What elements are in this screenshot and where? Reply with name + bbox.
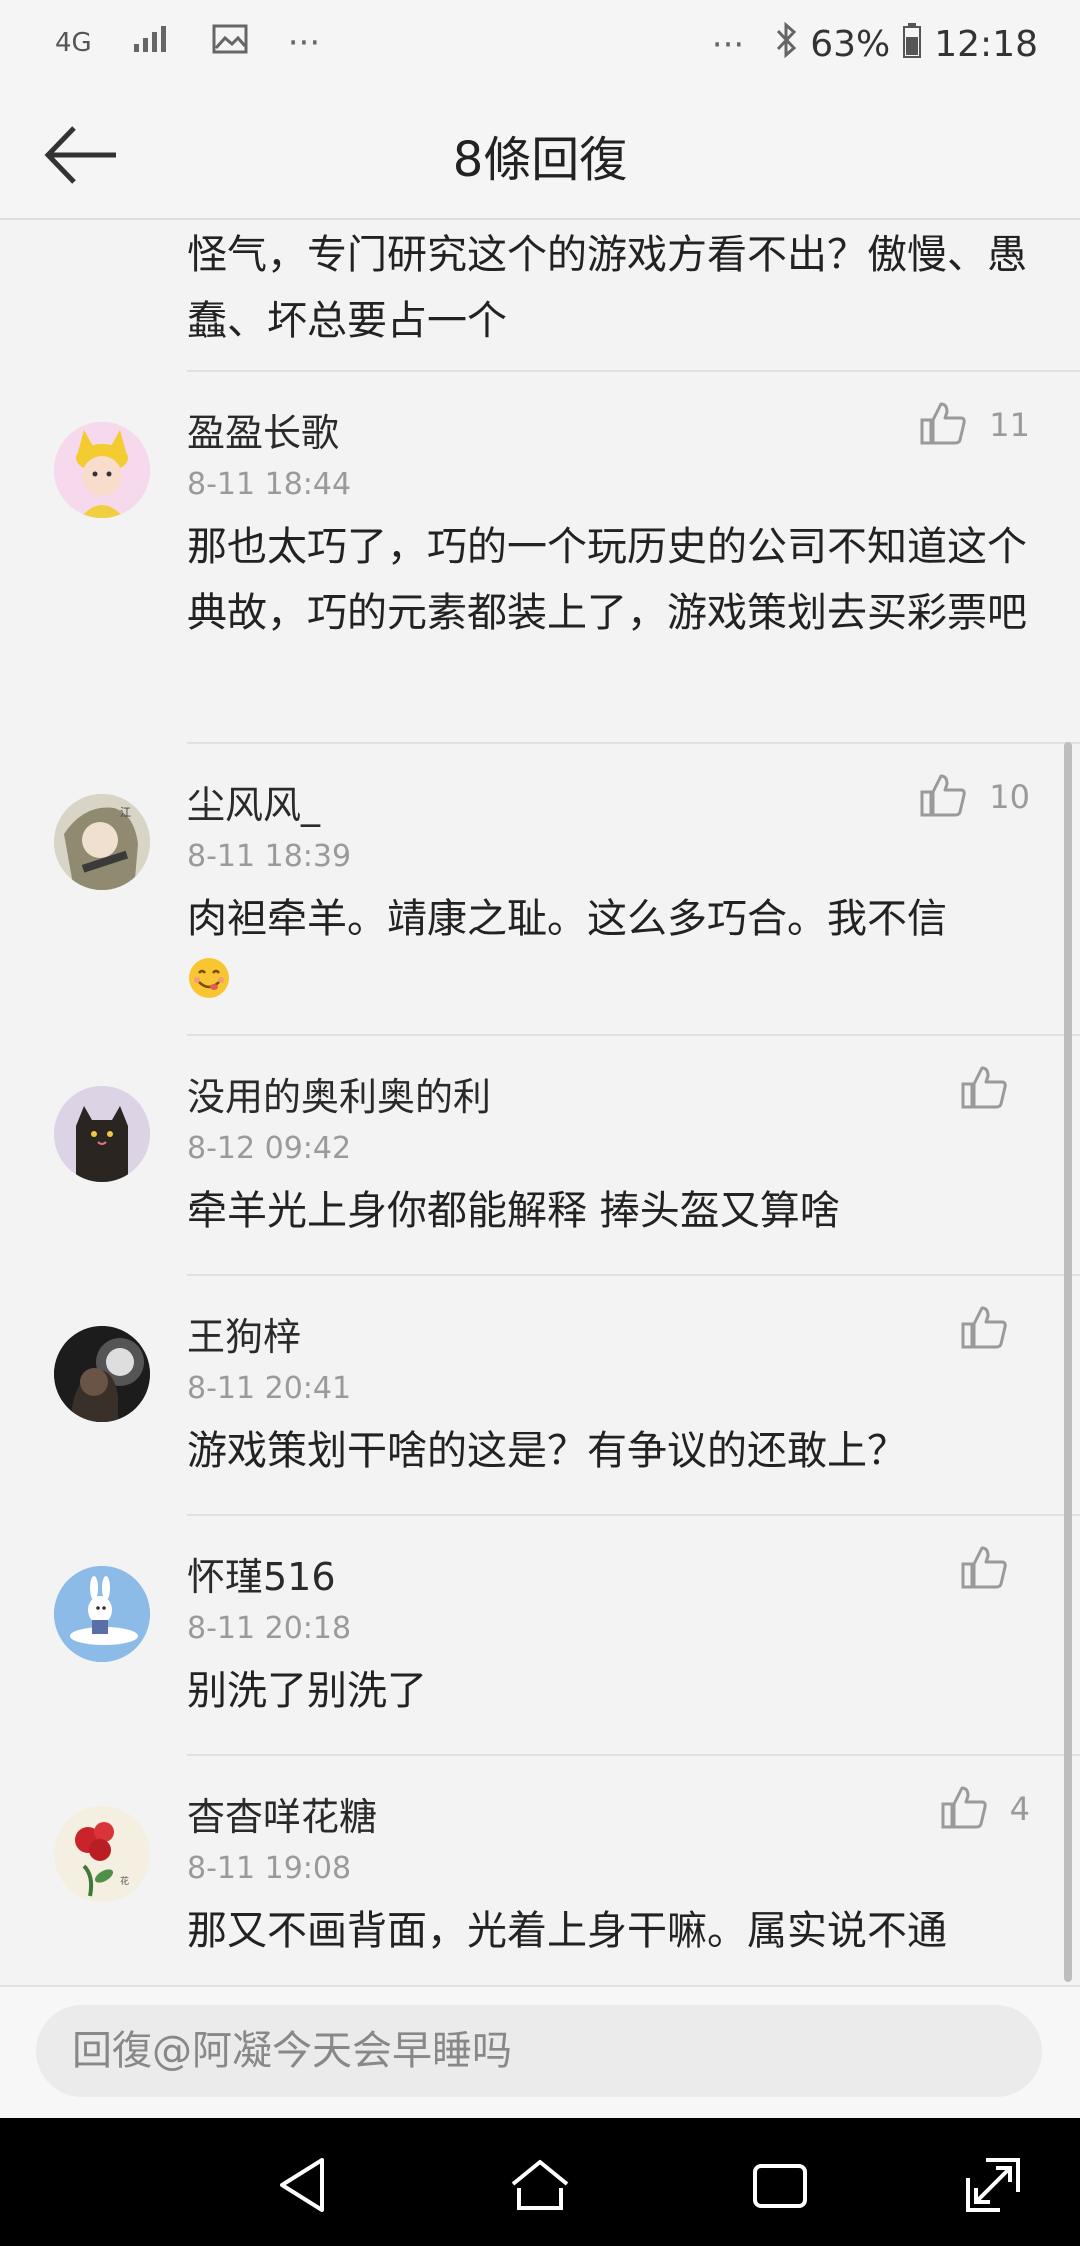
page-title: 8條回復: [452, 132, 628, 188]
thumbs-up-icon: [960, 1304, 1008, 1354]
comment-time: 8-11 20:41: [187, 1371, 352, 1406]
like-button[interactable]: [960, 1064, 1030, 1114]
thumbs-up-icon: [919, 400, 967, 450]
avatar[interactable]: 江: [54, 794, 150, 890]
scrollbar[interactable]: [1064, 742, 1072, 1982]
comment-list[interactable]: 怪气，专门研究这个的游戏方看不出？傲慢、愚蠢、坏总要占一个 盈盈长歌 8-11 …: [0, 220, 1080, 1985]
avatar[interactable]: [54, 1566, 150, 1662]
clock: 12:18: [934, 24, 1038, 65]
comment-username[interactable]: 杳杳咩花糖: [187, 1786, 377, 1841]
yum-face-emoji: [187, 954, 231, 1020]
nav-recents-button[interactable]: [745, 2150, 815, 2220]
comment-text: 肉袒牵羊。靖康之耻。这么多巧合。我不信: [187, 886, 1037, 1020]
reply-bar: [0, 1985, 1080, 2120]
comment-text: 游戏策划干啥的这是？有争议的还敢上？: [187, 1428, 907, 1474]
avatar[interactable]: [54, 1326, 150, 1422]
nav-expand-button[interactable]: [958, 2150, 1028, 2220]
status-right: ··· 63% 12:18: [711, 21, 1038, 67]
nav-back-button[interactable]: [270, 2150, 340, 2220]
comment-text: 牵羊光上身你都能解释 捧头盔又算啥: [187, 1188, 840, 1234]
thumbs-up-icon: [960, 1544, 1008, 1594]
comment-text-body: 肉袒牵羊。靖康之耻。这么多巧合。我不信: [187, 896, 947, 942]
comment-time: 8-11 18:44: [187, 467, 352, 502]
comment-item: 没用的奥利奥的利 8-12 09:42 牵羊光上身你都能解释 捧头盔又算啥: [0, 1036, 1080, 1274]
status-left: 4G ···: [55, 22, 320, 63]
comment-item: 江 尘风风_ 8-11 18:39 肉袒牵羊。靖康之耻。这么多巧合。我不信 10: [0, 744, 1080, 1034]
like-button[interactable]: 4: [940, 1784, 1030, 1834]
home-icon: [505, 2160, 575, 2224]
comment-text: 那也太巧了，巧的一个玩历史的公司不知道这个典故，巧的元素都装上了，游戏策划去买彩…: [187, 524, 1027, 636]
comment-item: 花 杳杳咩花糖 8-11 19:08 那又不画背面，光着上身干嘛。属实说不通 4: [0, 1756, 1080, 1985]
status-more: ···: [287, 22, 321, 63]
thumbs-up-icon: [960, 1064, 1008, 1114]
comment-username[interactable]: 没用的奥利奥的利: [187, 1066, 491, 1121]
status-bar: 4G ··· ··· 63% 12:18: [0, 0, 1080, 90]
comment-username[interactable]: 盈盈长歌: [187, 402, 339, 457]
comment-username[interactable]: 王狗梓: [187, 1306, 301, 1361]
comment-time: 8-11 19:08: [187, 1851, 352, 1886]
status-more-right: ···: [711, 24, 745, 65]
like-count: 4: [1009, 1790, 1030, 1828]
gallery-icon: [212, 23, 248, 63]
thumbs-up-icon: [940, 1784, 988, 1834]
nav-home-button[interactable]: [505, 2150, 575, 2220]
comment-item: 王狗梓 8-11 20:41 游戏策划干啥的这是？有争议的还敢上？: [0, 1276, 1080, 1514]
comment-time: 8-12 09:42: [187, 1131, 352, 1166]
comment-username[interactable]: 尘风风_: [187, 774, 320, 829]
system-nav-bar: [0, 2118, 1080, 2246]
comment-time: 8-11 18:39: [187, 839, 352, 874]
like-button[interactable]: [960, 1544, 1030, 1594]
like-button[interactable]: 11: [919, 400, 1030, 450]
avatar[interactable]: [54, 1086, 150, 1182]
thumbs-up-icon: [919, 772, 967, 822]
partial-comment-text: 怪气，专门研究这个的游戏方看不出？傲慢、愚蠢、坏总要占一个: [187, 232, 1027, 344]
battery-icon: [902, 22, 922, 67]
comment-item: 盈盈长歌 8-11 18:44 那也太巧了，巧的一个玩历史的公司不知道这个典故，…: [0, 372, 1080, 742]
signal-icon: [132, 22, 172, 63]
comment-text: 那又不画背面，光着上身干嘛。属实说不通: [187, 1908, 947, 1954]
network-indicator: 4G: [55, 27, 92, 58]
like-button[interactable]: 10: [919, 772, 1030, 822]
triangle-back-icon: [270, 2158, 340, 2224]
bluetooth-icon: [774, 21, 798, 67]
header: 8條回復: [0, 90, 1080, 220]
recents-icon: [745, 2164, 815, 2224]
svg-text:花: 花: [120, 1875, 129, 1887]
like-count: 11: [989, 406, 1030, 444]
reply-input[interactable]: [36, 2005, 1042, 2097]
battery-percent: 63%: [810, 24, 891, 65]
comment-item: 怀瑾516 8-11 20:18 别洗了别洗了: [0, 1516, 1080, 1754]
comment-time: 8-11 20:18: [187, 1611, 352, 1646]
like-button[interactable]: [960, 1304, 1030, 1354]
avatar[interactable]: [54, 422, 150, 518]
like-count: 10: [989, 778, 1030, 816]
avatar[interactable]: 花: [54, 1806, 150, 1902]
comment-text: 别洗了别洗了: [187, 1668, 427, 1714]
expand-icon: [958, 2158, 1028, 2224]
svg-text:江: 江: [120, 806, 131, 819]
comment-username[interactable]: 怀瑾516: [187, 1546, 336, 1601]
